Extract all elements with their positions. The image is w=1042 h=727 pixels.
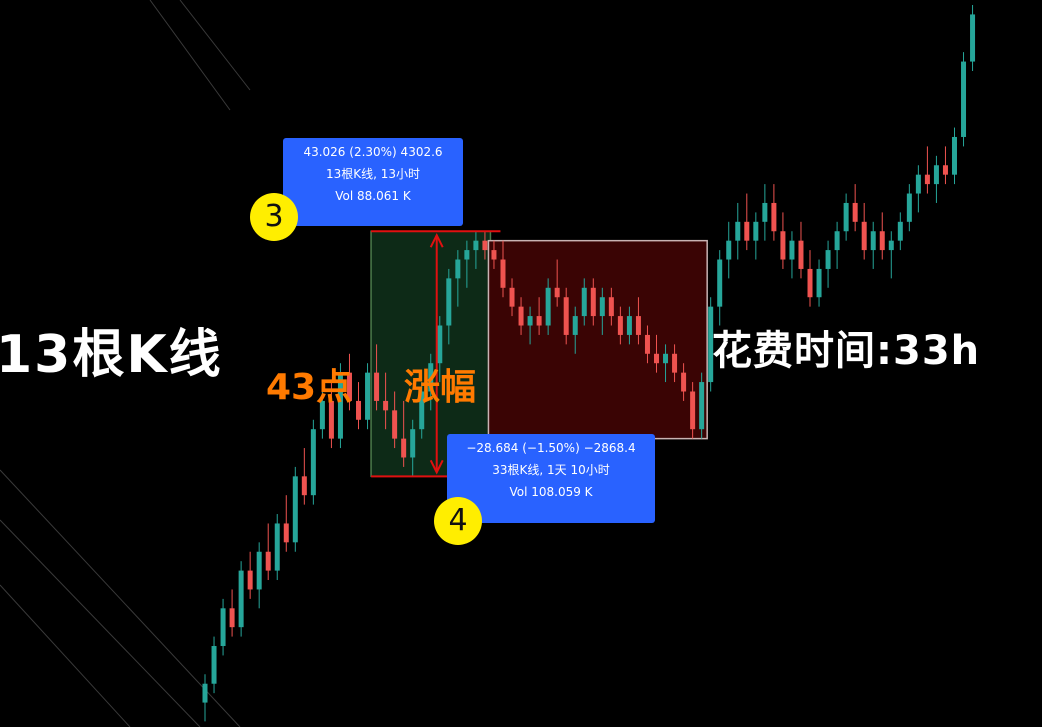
background-streak <box>149 0 231 111</box>
candle-body <box>807 268 813 298</box>
candle-body <box>915 174 921 194</box>
candle-body <box>681 372 687 392</box>
candle-body <box>798 240 804 269</box>
candle-body <box>735 221 741 241</box>
rise-label: 涨幅 <box>404 367 477 408</box>
candle-body <box>789 240 795 260</box>
measure-bars-text: 13根K线, 13小时 <box>325 167 421 181</box>
candle-body <box>509 287 515 307</box>
candle-body <box>590 287 596 317</box>
candle-body <box>482 240 488 251</box>
candle-body <box>500 259 506 288</box>
candle-body <box>888 240 894 251</box>
candle-body <box>383 400 389 411</box>
candle-body <box>663 353 669 364</box>
candle-body <box>753 221 759 241</box>
candle-body <box>608 297 614 317</box>
bar-count-caption: 13根K线 <box>0 325 223 385</box>
candle-body <box>545 287 551 326</box>
candle-body <box>654 353 659 364</box>
candle-body <box>536 316 542 326</box>
candle-body <box>879 231 885 251</box>
candle-body <box>717 259 723 307</box>
candle-body <box>554 287 560 298</box>
candle-body <box>924 174 930 185</box>
candle-body <box>220 608 226 647</box>
candle-body <box>446 278 452 326</box>
candle-body <box>970 14 976 62</box>
background-streak <box>179 0 251 91</box>
candle-body <box>762 202 768 222</box>
candle-body <box>843 202 849 232</box>
candle-body <box>265 551 271 571</box>
candle-body <box>356 400 362 420</box>
measure-info-box-up: 43.026 (2.30%) 4302.6 13根K线, 13小时 Vol 88… <box>283 138 463 226</box>
candle-body <box>816 268 822 298</box>
candle-body <box>690 391 696 430</box>
candle-body <box>473 240 479 251</box>
candle-body <box>202 683 208 703</box>
background-streak <box>0 519 201 727</box>
measure-volume-text: Vol 88.061 K <box>335 189 411 203</box>
candle-body <box>825 250 831 269</box>
candle-body <box>780 231 786 260</box>
candle-body <box>238 570 244 628</box>
candle-body <box>726 240 732 260</box>
candle-body <box>906 193 912 222</box>
candle-body <box>365 372 371 420</box>
candle-body <box>581 287 587 317</box>
candle-body <box>518 306 524 326</box>
measure-volume-text: Vol 108.059 K <box>509 485 593 499</box>
candle-body <box>672 353 678 373</box>
candle-body <box>572 316 578 335</box>
candle-body <box>274 523 280 571</box>
candle-body <box>897 221 903 241</box>
candle-body <box>283 523 289 543</box>
measure-change-text: 43.026 (2.30%) 4302.6 <box>303 145 443 159</box>
candle-body <box>229 608 235 628</box>
candle-body <box>301 476 307 496</box>
step-badge-4: 4 <box>434 497 482 545</box>
candle-body <box>599 297 605 317</box>
candle-body <box>491 250 497 260</box>
candle-body <box>699 382 705 430</box>
candle-body <box>310 429 316 496</box>
time-spent-caption: 花费时间:33h <box>712 328 981 374</box>
candle-body <box>951 136 957 175</box>
candle-body <box>410 429 416 458</box>
candle-body <box>852 202 858 222</box>
background-streak <box>0 584 131 727</box>
candle-body <box>626 316 632 335</box>
candle-body <box>374 372 380 401</box>
candle-body <box>392 410 398 439</box>
candle-body <box>744 221 750 241</box>
candle-body <box>211 646 217 684</box>
candle-body <box>292 476 298 543</box>
candle-body <box>617 316 623 335</box>
candle-body <box>870 231 876 251</box>
candle-body <box>861 221 867 251</box>
candle-body <box>834 231 840 251</box>
step-badge-3: 3 <box>250 193 298 241</box>
candle-body <box>961 61 967 137</box>
candle-body <box>527 316 533 326</box>
measure-change-text: −28.684 (−1.50%) −2868.4 <box>466 441 636 455</box>
candle-body <box>644 334 650 354</box>
candle-body <box>401 438 407 458</box>
candle-body <box>455 259 461 279</box>
candle-body <box>247 570 253 590</box>
candle-body <box>771 202 777 232</box>
candle-body <box>933 165 939 185</box>
points-label: 43点 <box>266 367 353 408</box>
candle-body <box>942 165 948 175</box>
candle-body <box>464 250 470 260</box>
measure-bars-text: 33根K线, 1天 10小时 <box>492 463 610 477</box>
candle-body <box>635 316 641 335</box>
candle-body <box>256 551 262 590</box>
candle-body <box>563 297 569 335</box>
measure-range-down <box>487 239 708 440</box>
